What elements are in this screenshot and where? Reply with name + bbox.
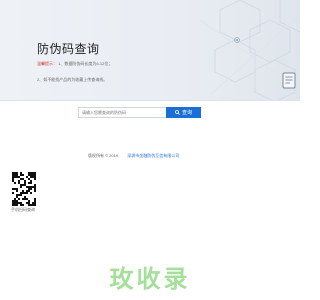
hint-line-1: 温馨提示： 1、数据防伪码长度为6-12位； — [37, 61, 112, 67]
search-button[interactable]: 查询 — [166, 107, 201, 118]
copyright-text: 版权所有 © 2019 — [88, 153, 119, 158]
qr-code-image — [12, 172, 36, 206]
search-button-label: 查询 — [181, 110, 192, 116]
company-link[interactable]: 深圳市金融防伪互信有限公司 — [127, 153, 179, 158]
search-bar: 查询 — [78, 107, 201, 118]
hint-text-1: 1、数据防伪码长度为6-12位； — [58, 61, 113, 66]
qr-caption: 手机扫码查询 — [11, 207, 35, 212]
search-input[interactable] — [78, 107, 166, 118]
document-icon — [282, 72, 296, 89]
page-title: 防伪码查询 — [37, 42, 100, 56]
watermark-logo: 玫收录 — [109, 265, 191, 293]
hint-label: 温馨提示： — [37, 61, 57, 66]
header-banner: 防伪码查询 温馨提示： 1、数据防伪码长度为6-12位； 2、如不能找产品的为收… — [0, 0, 300, 101]
hint-text-2: 2、如不能找产品的为收藏上传查询线。 — [37, 77, 108, 82]
target-dot-icon — [234, 37, 240, 43]
search-icon — [175, 110, 180, 115]
footer: 版权所有 © 2019 深圳市金融防伪互信有限公司 — [88, 153, 179, 159]
